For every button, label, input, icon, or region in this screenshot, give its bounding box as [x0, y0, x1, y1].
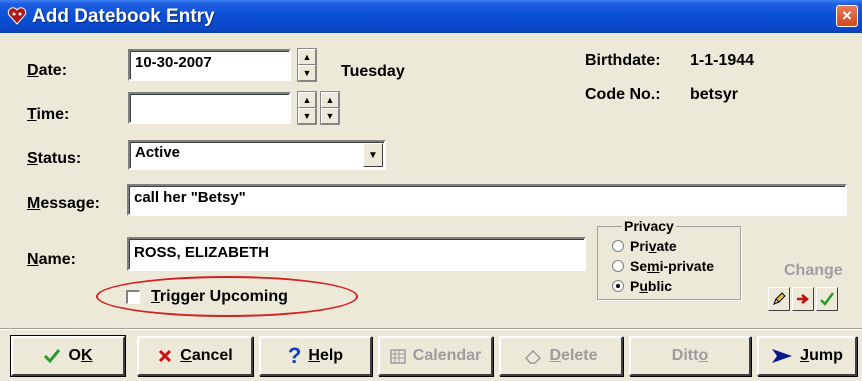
- pencil-tool-button[interactable]: [768, 287, 790, 311]
- x-icon: [159, 349, 172, 363]
- arrow-tool-button[interactable]: [792, 287, 814, 311]
- code-label: Code No.:: [585, 86, 661, 103]
- ditto-button[interactable]: Ditto: [629, 336, 751, 376]
- question-icon: ?: [287, 343, 302, 368]
- date-down-arrow-icon[interactable]: ▼: [298, 65, 316, 81]
- status-select[interactable]: Active: [128, 140, 386, 170]
- code-value: betsyr: [690, 86, 739, 103]
- name-field[interactable]: ROSS, ELIZABETH: [127, 237, 586, 271]
- message-field[interactable]: call her "Betsy": [127, 184, 847, 216]
- weekday-text: Tuesday: [341, 63, 405, 80]
- privacy-option-semi-private[interactable]: Se m i-private: [612, 258, 714, 274]
- jump-button[interactable]: Jump: [757, 336, 857, 376]
- name-label: Name:: [27, 251, 76, 268]
- calendar-icon: [390, 349, 406, 364]
- birthdate-value: 1-1-1944: [690, 52, 755, 69]
- check-tool-button[interactable]: [816, 287, 838, 311]
- privacy-option-public[interactable]: Pu blic: [612, 278, 672, 294]
- birthdate-label: Birthdate:: [585, 52, 661, 69]
- time-spinner-2[interactable]: ▲ ▼: [320, 91, 340, 125]
- title-bar[interactable]: Add Datebook Entry ×: [0, 0, 862, 33]
- pencil-icon: [773, 292, 786, 305]
- trigger-checkbox[interactable]: [126, 290, 140, 304]
- time-field[interactable]: [128, 92, 291, 124]
- radio-selected-icon[interactable]: [612, 280, 624, 292]
- change-button[interactable]: Change: [784, 262, 843, 280]
- time-down-arrow-icon[interactable]: ▼: [298, 108, 316, 124]
- privacy-title: Privacy: [622, 218, 676, 234]
- window-title: Add Datebook Entry: [32, 6, 215, 27]
- radio-icon[interactable]: [612, 260, 624, 272]
- privacy-option-private[interactable]: Pri v ate: [612, 238, 677, 254]
- time-up-arrow-icon[interactable]: ▲: [298, 92, 316, 108]
- message-label: Message:: [27, 195, 100, 212]
- divider: [0, 328, 862, 330]
- help-button[interactable]: ? Help: [259, 336, 372, 376]
- time-up-arrow-icon[interactable]: ▲: [321, 92, 339, 108]
- time-label: Time:: [27, 106, 70, 123]
- radio-icon[interactable]: [612, 240, 624, 252]
- date-label: Date:: [27, 62, 68, 79]
- date-up-arrow-icon[interactable]: ▲: [298, 49, 316, 65]
- date-spinner[interactable]: ▲ ▼: [297, 48, 317, 82]
- delete-button[interactable]: Delete: [499, 336, 623, 376]
- red-arrow-icon: [797, 294, 810, 304]
- status-label: Status:: [27, 150, 82, 167]
- heart-app-icon: [7, 7, 27, 25]
- check-icon: [44, 349, 61, 364]
- cancel-button[interactable]: Cancel: [137, 336, 253, 376]
- eraser-icon: [525, 349, 542, 364]
- trigger-label[interactable]: Trigger Upcoming: [151, 288, 288, 306]
- chevron-down-icon[interactable]: ▼: [363, 143, 383, 167]
- close-button[interactable]: ×: [836, 5, 858, 27]
- close-icon: ×: [842, 6, 852, 25]
- date-field[interactable]: 10-30-2007: [128, 49, 291, 81]
- jump-arrow-icon: [772, 349, 793, 363]
- ok-button[interactable]: OK: [10, 335, 126, 377]
- calendar-button[interactable]: Calendar: [378, 336, 493, 376]
- time-down-arrow-icon[interactable]: ▼: [321, 108, 339, 124]
- time-spinner-1[interactable]: ▲ ▼: [297, 91, 317, 125]
- green-check-icon: [820, 292, 835, 306]
